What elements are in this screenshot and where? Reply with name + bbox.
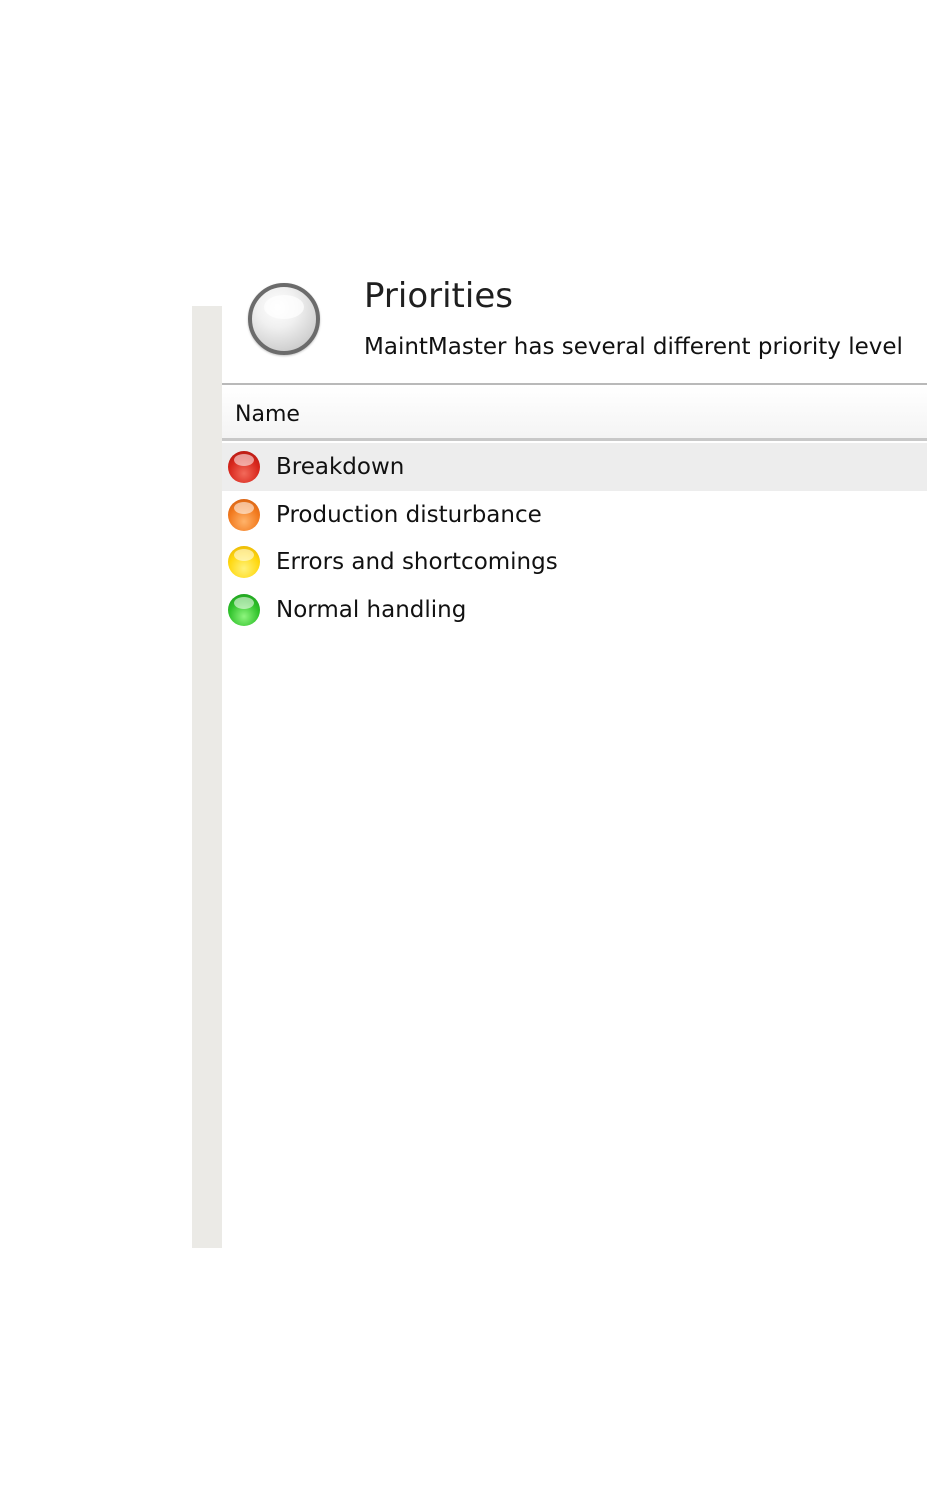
list-item-label: Errors and shortcomings <box>276 549 558 575</box>
priority-gray-circle-icon <box>248 283 320 355</box>
yellow-priority-icon <box>228 546 260 578</box>
list-item-normal-handling[interactable]: Normal handling <box>222 586 927 634</box>
list-item-errors-and-shortcomings[interactable]: Errors and shortcomings <box>222 538 927 586</box>
header-divider <box>222 383 927 385</box>
column-header-name[interactable]: Name <box>222 386 927 441</box>
list-item-label: Production disturbance <box>276 501 542 528</box>
list-item-label: Breakdown <box>276 454 405 480</box>
left-gutter <box>192 306 222 1248</box>
priority-list: Breakdown Production disturbance Errors … <box>222 443 927 633</box>
column-header-label: Name <box>235 402 300 427</box>
red-priority-icon <box>228 451 260 483</box>
list-item-label: Normal handling <box>276 596 467 623</box>
list-item-production-disturbance[interactable]: Production disturbance <box>222 491 927 539</box>
list-item-breakdown[interactable]: Breakdown <box>222 443 927 491</box>
page-description: MaintMaster has several different priori… <box>364 334 903 360</box>
green-priority-icon <box>228 593 260 626</box>
orange-priority-icon <box>228 498 260 531</box>
page-title: Priorities <box>364 276 513 316</box>
